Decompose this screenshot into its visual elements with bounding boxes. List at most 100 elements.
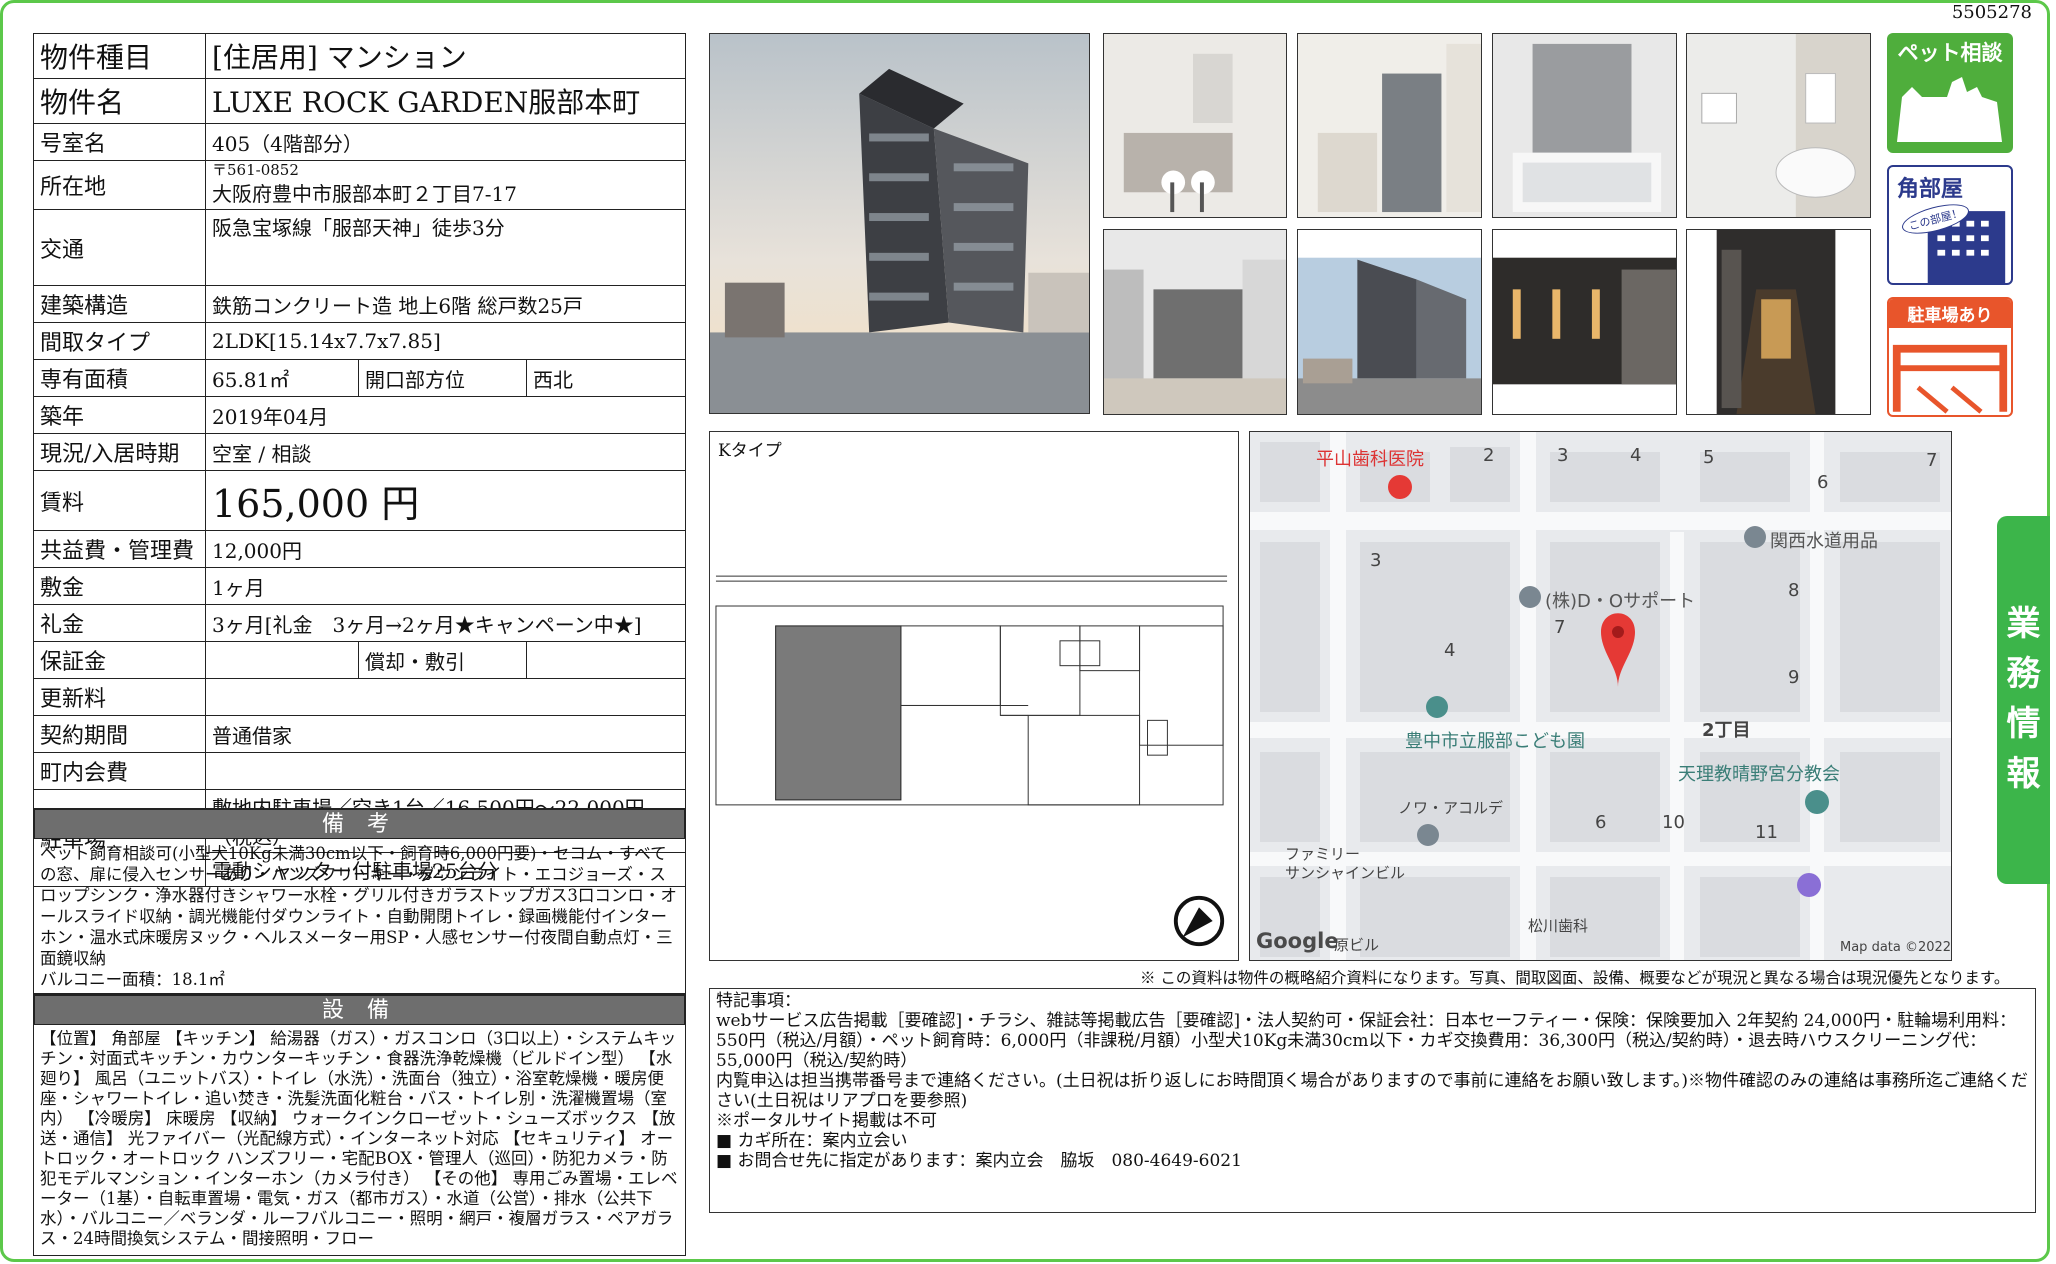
- map-label-hirayama: 平山歯科医院: [1316, 449, 1424, 470]
- balcony-area: バルコニー面積：18.1㎡: [40, 970, 225, 989]
- address-value: 大阪府豊中市服部本町２丁目7-17: [212, 182, 517, 206]
- key-money-label: 礼金: [33, 604, 206, 642]
- amortization-label: 償却・敷引: [358, 641, 527, 679]
- renewal-value: [205, 678, 686, 716]
- map-block-6b: 6: [1595, 812, 1607, 833]
- parking-garage-icon: [1892, 344, 2008, 414]
- renewal-label: 更新料: [33, 678, 206, 716]
- map-block-3b: 3: [1370, 550, 1382, 571]
- notes-line-4: ※ポータルサイト掲載は不可: [716, 1111, 937, 1131]
- contract-value: 普通借家: [205, 715, 686, 753]
- remarks-body: ペット飼育相談可(小型犬10Kg未満30cm以下・飼育時6,000円要)・セコム…: [34, 839, 685, 994]
- facing-label: 開口部方位: [358, 359, 527, 397]
- map-label-tenrikyo: 天理教晴野宮分教会: [1678, 764, 1840, 785]
- map-block-4a: 4: [1630, 445, 1642, 466]
- transport-value: 阪急宝塚線「服部天神」徒歩3分: [205, 209, 686, 286]
- map-label-hara-bldg: 原ビル: [1334, 936, 1380, 954]
- balcony-photo[interactable]: [1103, 229, 1287, 415]
- rent-label: 賃料: [33, 470, 206, 531]
- map-label-family: ファミリー: [1285, 845, 1361, 863]
- floorplan-panel[interactable]: Kタイプ: [709, 431, 1239, 961]
- toilet-photo[interactable]: [1686, 33, 1871, 218]
- community-fee-label: 町内会費: [33, 752, 206, 790]
- layout-label: 間取タイプ: [33, 322, 206, 360]
- type-label: 物件種目: [33, 33, 206, 79]
- equipment-text: 【位置】 角部屋 【キッチン】 給湯器（ガス）・ガスコンロ（3口以上）・システム…: [40, 1029, 678, 1248]
- parking-badge-text: 駐車場あり: [1889, 299, 2011, 328]
- name-value: LUXE ROCK GARDEN服部本町: [205, 78, 686, 124]
- room-label: 号室名: [33, 123, 206, 161]
- notes-line-5: ■ カギ所在：案内立会い: [716, 1131, 908, 1151]
- bathroom-photo[interactable]: [1492, 33, 1677, 218]
- remarks-text: ペット飼育相談可(小型犬10Kg未満30cm以下・飼育時6,000円要)・セコム…: [40, 844, 677, 968]
- notes-line-6: ■ お問合せ先に指定があります：案内立会 脇坂 080-4649-6021: [716, 1151, 1242, 1171]
- map-block-3a: 3: [1557, 445, 1569, 466]
- map-attribution: Map data ©2022: [1840, 940, 1952, 955]
- map-block-6a: 6: [1817, 472, 1829, 493]
- rent-value: 165,000 円: [205, 470, 686, 531]
- layout-value: 2LDK[15.14x7.7x7.85]: [205, 322, 686, 360]
- map-block-7b: 7: [1554, 617, 1566, 638]
- area-label: 専有面積: [33, 359, 206, 397]
- special-notes: 特記事項： webサービス広告掲載［要確認]・チラシ、雑誌等掲載広告［要確認]・…: [709, 988, 2036, 1213]
- deposit-value: 1ヶ月: [205, 567, 686, 605]
- transport-label: 交通: [33, 209, 206, 286]
- washroom-photo[interactable]: [1297, 33, 1482, 218]
- key-money-value: 3ヶ月[礼金 3ヶ月→2ヶ月★キャンペーン中★]: [205, 604, 686, 642]
- room-value: 405（4階部分）: [205, 123, 686, 161]
- notes-line-2: webサービス広告掲載［要確認]・チラシ、雑誌等掲載広告［要確認]・法人契約可・…: [716, 1011, 2017, 1071]
- address-cell: 〒561-0852 大阪府豊中市服部本町２丁目7-17: [205, 160, 686, 210]
- map-block-4b: 4: [1444, 640, 1456, 661]
- corner-room-text: 角部屋: [1897, 177, 1964, 202]
- fee-label: 共益費・管理費: [33, 530, 206, 568]
- contract-label: 契約期間: [33, 715, 206, 753]
- pet-consult-text: ペット相談: [1897, 41, 2003, 65]
- map-block-7a: 7: [1926, 450, 1938, 471]
- amortization-value: [526, 641, 686, 679]
- structure-value: 鉄筋コンクリート造 地上6階 総戸数25戸: [205, 285, 686, 323]
- notes-line-3: 内覧申込は担当携帯番号まで連絡ください。(土日祝は折り返しにお時間頂く場合があり…: [716, 1071, 2029, 1111]
- pet-consult-badge: ペット相談: [1887, 33, 2013, 153]
- building-exterior-photo-2[interactable]: [1297, 229, 1482, 415]
- side-tab-char-3: 情: [2006, 704, 2041, 744]
- map-label-2chome: 2丁目: [1702, 720, 1751, 741]
- remarks-section: 備 考 ペット飼育相談可(小型犬10Kg未満30cm以下・飼育時6,000円要)…: [33, 808, 686, 994]
- map-block-2: 2: [1483, 445, 1495, 466]
- exterior-photo[interactable]: [709, 33, 1090, 414]
- google-logo: Google: [1256, 929, 1339, 953]
- notes-line-1: 特記事項：: [716, 991, 801, 1011]
- guarantee-label: 保証金: [33, 641, 206, 679]
- pet-silhouette-icon: [1897, 77, 2002, 142]
- kitchen-photo[interactable]: [1103, 33, 1287, 218]
- structure-label: 建築構造: [33, 285, 206, 323]
- property-table: 物件種目 [住居用] マンション 物件名 LUXE ROCK GARDEN服部本町 …: [33, 33, 686, 887]
- entrance-photo[interactable]: [1492, 229, 1677, 415]
- parking-badge: 駐車場あり: [1887, 297, 2013, 417]
- side-tab-char-4: 報: [2006, 754, 2041, 794]
- document-number: 5505278: [1951, 2, 2032, 23]
- deposit-label: 敷金: [33, 567, 206, 605]
- type-value: [住居用] マンション: [205, 33, 686, 79]
- map-label-kansai-suido: 関西水道用品: [1770, 531, 1878, 552]
- facing-value: 西北: [526, 359, 686, 397]
- address-label: 所在地: [33, 160, 206, 210]
- status-label: 現況/入居時期: [33, 433, 206, 471]
- location-map[interactable]: 平山歯科医院 関西水道用品 (株)D・Oサポート 豊中市立服部こども園 天理教晴…: [1249, 431, 1952, 961]
- lobby-photo[interactable]: [1686, 229, 1871, 415]
- name-label: 物件名: [33, 78, 206, 124]
- area-value: 65.81㎡: [205, 359, 359, 397]
- map-block-8: 8: [1788, 580, 1800, 601]
- business-info-tab[interactable]: 業 務 情 報: [1997, 516, 2050, 884]
- postal-code: 〒561-0852: [212, 161, 299, 179]
- guarantee-value: [205, 641, 359, 679]
- side-tab-char-2: 務: [2006, 654, 2041, 694]
- map-block-10: 10: [1662, 812, 1685, 833]
- map-block-11: 11: [1755, 822, 1778, 843]
- disclaimer-text: ※ この資料は物件の概略紹介資料になります。写真、間取図面、設備、概要などが現況…: [1140, 969, 2010, 987]
- floorplan-drawing: [715, 575, 1228, 806]
- map-label-matsukawa: 松川歯科: [1528, 917, 1589, 935]
- map-block-5: 5: [1703, 447, 1715, 468]
- built-label: 築年: [33, 396, 206, 434]
- map-label-noir-accorder: ノワ・アコルデ: [1398, 799, 1504, 817]
- side-tab-char-1: 業: [2006, 604, 2041, 644]
